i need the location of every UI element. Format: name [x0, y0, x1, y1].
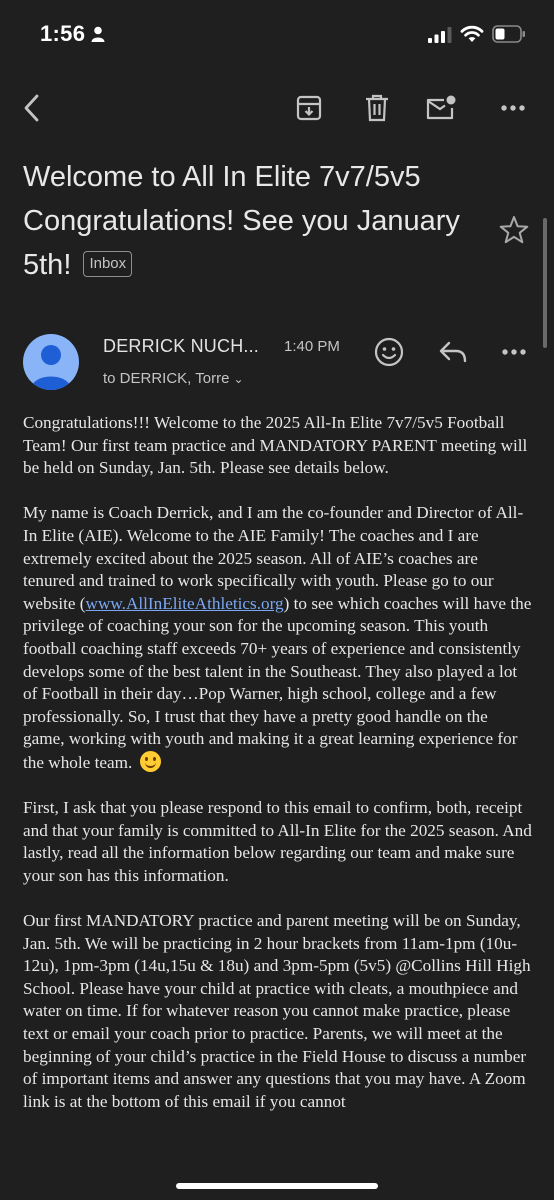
react-emoji-button[interactable] — [371, 334, 407, 370]
scrollbar[interactable] — [543, 218, 547, 348]
body-paragraph: My name is Coach Derrick, and I am the c… — [23, 502, 533, 774]
reply-icon — [439, 341, 467, 363]
chevron-down-icon: ⌄ — [233, 372, 244, 386]
body-paragraph: Our first MANDATORY practice and parent … — [23, 911, 531, 1111]
wifi-icon — [460, 25, 484, 42]
mark-unread-button[interactable] — [421, 88, 461, 128]
status-bar: 1:56 — [0, 0, 554, 70]
signal-icon — [428, 27, 452, 43]
recipients-toggle[interactable]: to DERRICK, Torre ⌄ — [103, 370, 244, 387]
more-vert-icon — [501, 105, 525, 111]
star-icon — [499, 216, 529, 244]
back-arrow-icon — [24, 94, 39, 122]
archive-icon — [296, 95, 322, 121]
mark-unread-icon — [426, 95, 456, 120]
archive-button[interactable] — [289, 88, 329, 128]
star-button[interactable] — [498, 214, 530, 246]
body-text-segment: ) to see which coaches will have the pri… — [23, 593, 532, 772]
trash-icon — [366, 94, 388, 122]
more-options-button[interactable] — [493, 88, 533, 128]
email-body: Congratulations!!! Welcome to the 2025 A… — [23, 412, 533, 1136]
battery-icon — [492, 25, 525, 43]
delete-button[interactable] — [357, 88, 397, 128]
home-indicator[interactable] — [176, 1183, 378, 1189]
recipients-text: to DERRICK, Torre — [103, 370, 230, 387]
person-icon — [91, 26, 105, 42]
avatar[interactable] — [23, 334, 79, 390]
website-link[interactable]: www.AllInEliteAthletics.org — [86, 594, 284, 613]
status-time: 1:56 — [40, 21, 86, 46]
message-more-button[interactable] — [496, 334, 532, 370]
reply-button[interactable] — [435, 334, 471, 370]
body-paragraph: Congratulations!!! Welcome to the 2025 A… — [23, 413, 528, 478]
back-button[interactable] — [12, 88, 52, 128]
inbox-label-badge[interactable]: Inbox — [83, 251, 133, 277]
sender-name[interactable]: DERRICK NUCH... — [103, 336, 259, 357]
email-toolbar — [0, 80, 554, 136]
smiley-icon — [374, 337, 404, 367]
sent-time: 1:40 PM — [284, 338, 340, 355]
smiling-face-emoji-icon — [140, 750, 162, 772]
more-horiz-icon — [502, 349, 526, 355]
body-paragraph: First, I ask that you please respond to … — [23, 798, 532, 885]
email-subject: Welcome to All In Elite 7v7/5v5 Congratu… — [23, 155, 483, 287]
default-avatar-icon — [31, 345, 71, 390]
